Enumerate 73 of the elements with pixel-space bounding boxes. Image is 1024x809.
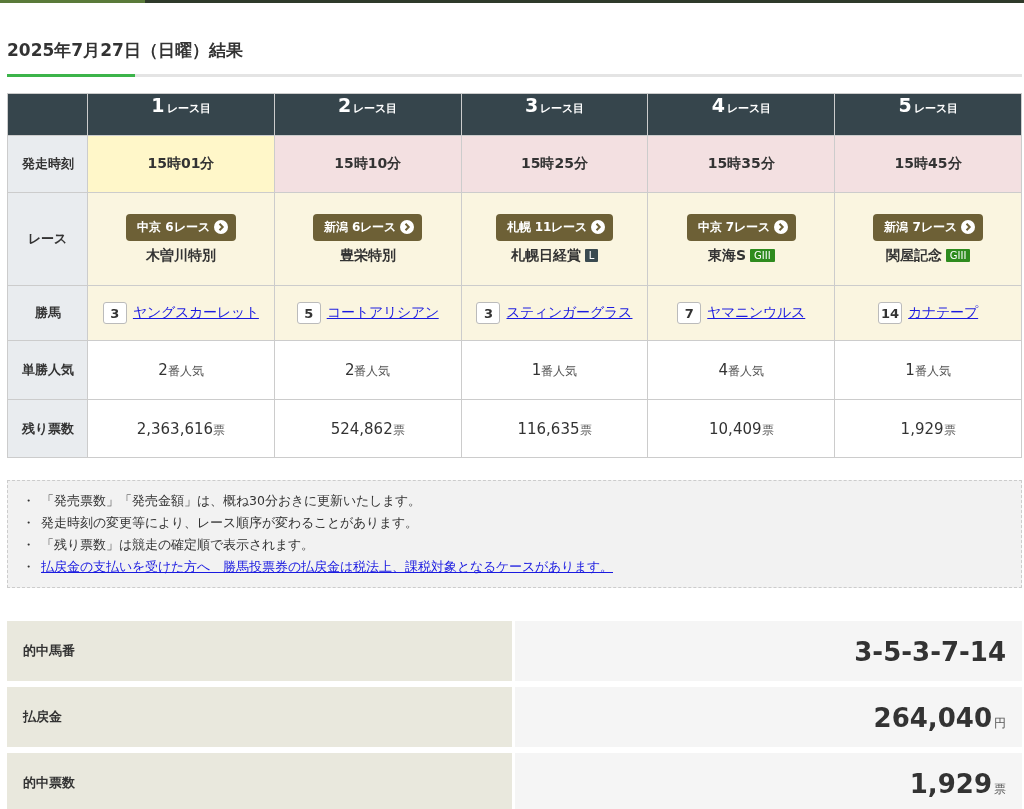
grade-badge: L (584, 249, 599, 262)
row-label: 単勝人気 (8, 341, 88, 400)
horse-number: 5 (296, 302, 321, 324)
race-suffix: レース目 (726, 101, 771, 116)
venue-race-button[interactable]: 中京 6レース (126, 213, 236, 241)
start-time-cell: 15時10分 (274, 136, 462, 193)
venue-race-button[interactable]: 新潟 7レース (873, 213, 983, 241)
page-title: 2025年7月27日（日曜）結果 (7, 39, 243, 62)
chevron-icon (591, 220, 606, 234)
bullet: ・ (22, 514, 35, 532)
summary-value: 1,929 票 (515, 753, 1022, 809)
race-name: 東海S (707, 246, 747, 265)
horse-number: 3 (476, 302, 501, 324)
remaining-cell: 10,409票 (648, 400, 836, 458)
horse-number: 14 (878, 302, 903, 324)
summary-label: 的中票数 (7, 753, 512, 809)
start-time-cell: 15時35分 (648, 136, 836, 193)
note-link[interactable]: 払戻金の支払いを受けた方へ 勝馬投票券の払戻金は税法上、課税対象となるケースがあります。 (41, 556, 613, 578)
popularity-cell: 1番人気 (835, 341, 1022, 400)
chevron-icon (774, 220, 789, 234)
horse-number: 3 (102, 302, 127, 324)
start-time-cell: 15時45分 (835, 136, 1022, 193)
bullet: ・ (22, 558, 35, 576)
summary-value: 3-5-3-7-14 (515, 621, 1022, 681)
remaining-cell: 116,635票 (461, 400, 649, 458)
start-time-cell: 15時25分 (461, 136, 649, 193)
popularity-cell: 4番人気 (648, 341, 836, 400)
chevron-icon (960, 220, 975, 234)
venue-race-button[interactable]: 中京 7レース (686, 213, 797, 241)
race-number: 1 (151, 94, 165, 116)
remaining-cell: 524,862票 (274, 400, 462, 458)
horse-link[interactable]: カナテープ (908, 304, 979, 322)
remaining-cell: 1,929票 (835, 400, 1022, 458)
row-label: 残り票数 (8, 400, 88, 458)
row-label: 勝馬 (8, 286, 88, 341)
bullet: ・ (22, 536, 35, 554)
note-text: 「残り票数」は競走の確定順で表示されます。 (41, 536, 314, 554)
row-label: レース (8, 193, 88, 286)
race-suffix: レース目 (353, 101, 398, 116)
row-label: 発走時刻 (8, 136, 88, 193)
horse-number: 7 (677, 302, 702, 324)
bullet: ・ (22, 492, 35, 510)
race-number: 5 (898, 94, 912, 116)
race-suffix: レース目 (913, 101, 958, 116)
race-suffix: レース目 (166, 101, 211, 116)
remaining-cell: 2,363,616票 (88, 400, 275, 458)
horse-link[interactable]: ヤマニンウルス (707, 304, 806, 322)
race-number: 2 (338, 94, 352, 116)
summary-value: 264,040 円 (515, 687, 1022, 747)
grade-badge: GIII (750, 249, 775, 262)
popularity-cell: 1番人気 (461, 341, 649, 400)
popularity-cell: 2番人気 (88, 341, 275, 400)
note-text: 「発売票数」「発売金額」は、概ね30分おきに更新いたします。 (41, 492, 421, 510)
horse-link[interactable]: スティンガーグラス (506, 304, 633, 322)
race-name: 木曽川特別 (145, 246, 216, 265)
horse-link[interactable]: ヤングスカーレット (132, 304, 259, 322)
note-text: 発走時刻の変更等により、レース順序が変わることがあります。 (41, 514, 418, 532)
race-suffix: レース目 (540, 101, 585, 116)
race-number: 4 (711, 94, 725, 116)
venue-race-button[interactable]: 新潟 6レース (312, 213, 423, 241)
summary-label: 的中馬番 (7, 621, 512, 681)
chevron-icon (400, 220, 415, 234)
race-number: 3 (524, 94, 539, 116)
race-name: 豊栄特別 (339, 246, 396, 265)
summary-label: 払戻金 (7, 687, 512, 747)
popularity-cell: 2番人気 (274, 341, 462, 400)
start-time-cell: 15時01分 (88, 136, 275, 193)
race-name: 札幌日経賞 (510, 246, 581, 265)
grade-badge: GIII (945, 249, 971, 262)
horse-link[interactable]: コートアリシアン (326, 304, 439, 322)
chevron-icon (213, 220, 228, 234)
race-name: 関屋記念 (885, 246, 942, 265)
venue-race-button[interactable]: 札幌 11レース (495, 213, 614, 241)
